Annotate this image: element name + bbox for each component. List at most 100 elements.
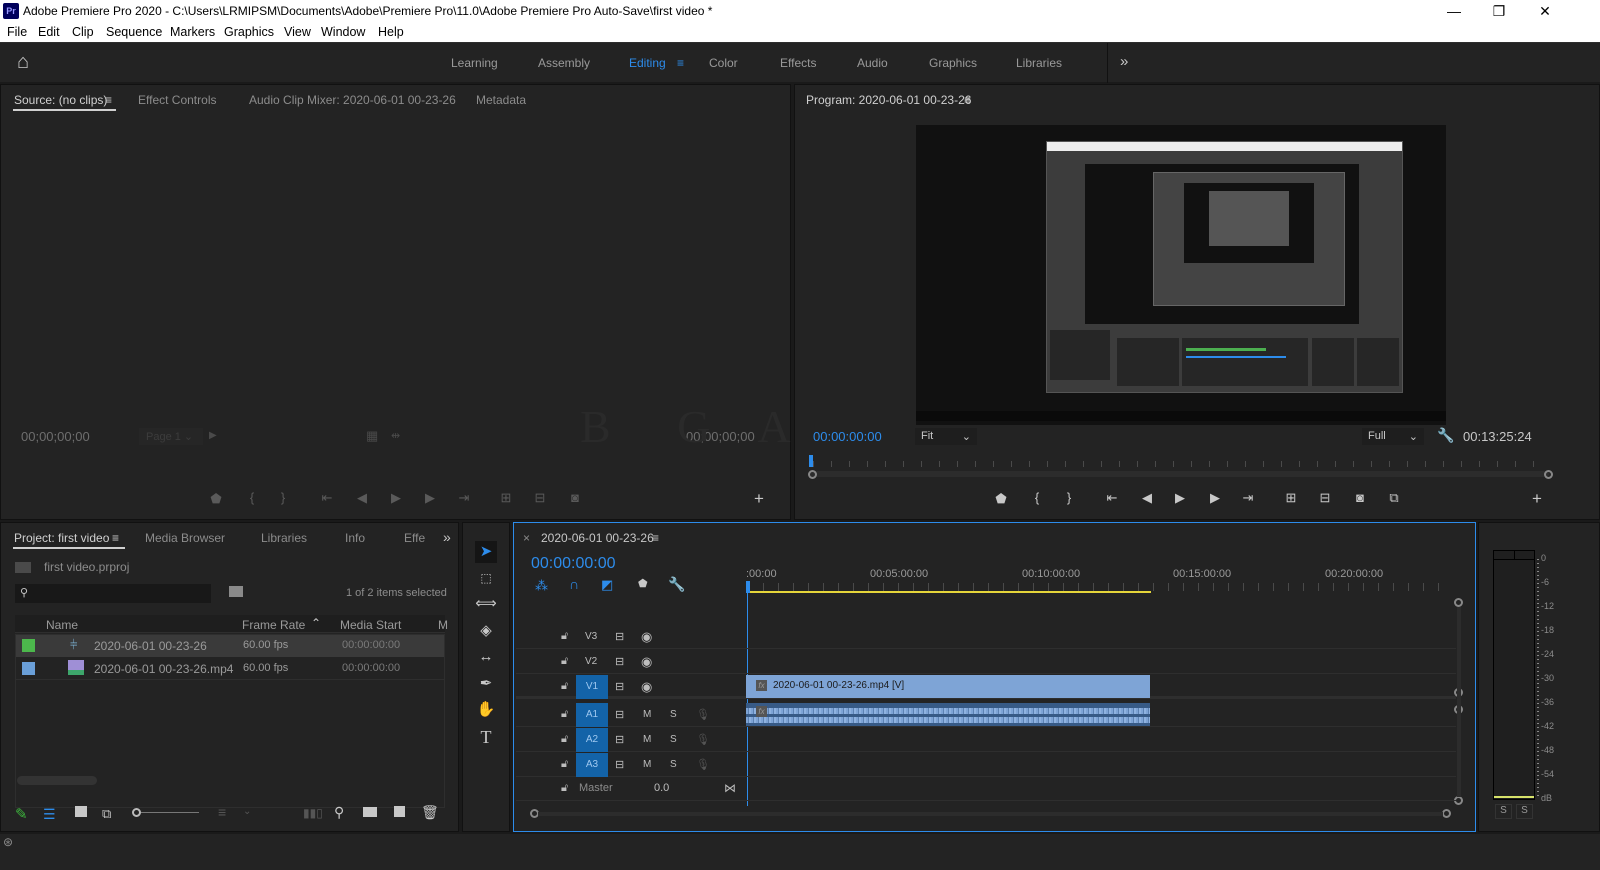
- overwrite-icon[interactable]: ⊟: [531, 490, 549, 506]
- pencil-icon[interactable]: ✎: [15, 805, 28, 823]
- maximize-button[interactable]: ❐: [1476, 0, 1522, 22]
- menu-help[interactable]: Help: [378, 25, 404, 39]
- sync-lock-icon[interactable]: ⊟: [615, 630, 624, 643]
- zoom-slider-handle[interactable]: [132, 808, 141, 817]
- snap-icon[interactable]: ∩: [569, 576, 579, 592]
- menu-edit[interactable]: Edit: [38, 25, 60, 39]
- hand-tool-icon[interactable]: ✋: [475, 699, 497, 721]
- menu-markers[interactable]: Markers: [170, 25, 215, 39]
- audio-clip[interactable]: fx: [746, 703, 1150, 726]
- resolution-dropdown[interactable]: Full ⌄: [1362, 428, 1424, 445]
- lock-icon[interactable]: 🔓︎: [561, 680, 568, 693]
- go-to-out-icon[interactable]: ⇥: [455, 490, 473, 506]
- lift-icon[interactable]: ⊞: [1282, 490, 1300, 506]
- master-collapse-icon[interactable]: ⋈: [724, 781, 736, 795]
- razor-tool-icon[interactable]: ◈: [475, 620, 497, 642]
- workspace-libraries[interactable]: Libraries: [1016, 56, 1062, 70]
- video-clip[interactable]: fx 2020-06-01 00-23-26.mp4 [V]: [746, 675, 1150, 698]
- home-icon[interactable]: ⌂: [17, 51, 29, 74]
- lock-icon[interactable]: 🔓︎: [561, 758, 568, 771]
- track-label[interactable]: V3: [585, 631, 597, 642]
- lock-icon[interactable]: 🔓︎: [561, 708, 568, 721]
- source-timecode[interactable]: 00;00;00;00: [21, 429, 90, 444]
- icon-view-icon[interactable]: [75, 806, 87, 817]
- column-name[interactable]: Name: [46, 618, 78, 632]
- menu-graphics[interactable]: Graphics: [224, 25, 274, 39]
- tab-media-browser[interactable]: Media Browser: [145, 531, 225, 545]
- close-button[interactable]: ✕: [1522, 0, 1568, 22]
- label-color-swatch[interactable]: [22, 639, 35, 652]
- column-media-end[interactable]: M: [438, 618, 448, 632]
- project-item-row[interactable]: ⫩ 2020-06-01 00-23-26 60.00 fps 00:00:00…: [15, 634, 445, 657]
- zoom-level-dropdown[interactable]: Fit ⌄: [915, 428, 977, 445]
- add-marker-icon[interactable]: ⬟: [207, 491, 225, 507]
- tab-metadata[interactable]: Metadata: [476, 93, 526, 107]
- go-to-out-icon[interactable]: ⇥: [1239, 490, 1257, 506]
- type-tool-icon[interactable]: T: [475, 726, 497, 748]
- track-target-a1[interactable]: A1: [576, 703, 608, 727]
- selection-tool-icon[interactable]: ➤: [475, 541, 497, 563]
- video-scroll-handle[interactable]: [1454, 598, 1463, 607]
- list-view-icon[interactable]: ☰: [43, 806, 56, 823]
- voiceover-mic-icon[interactable]: 🎙︎: [696, 708, 710, 721]
- playhead-timecode[interactable]: 00:00:00:00: [813, 429, 882, 444]
- play-icon[interactable]: ▶: [1171, 490, 1189, 506]
- tab-project[interactable]: Project: first video: [14, 531, 109, 545]
- label-color-swatch[interactable]: [22, 662, 35, 675]
- workspace-assembly[interactable]: Assembly: [538, 56, 590, 70]
- lock-icon[interactable]: 🔓︎: [561, 782, 568, 795]
- eye-icon[interactable]: ◉: [641, 679, 652, 695]
- page-dropdown[interactable]: Page 1 ⌄: [139, 428, 203, 445]
- export-frame-icon[interactable]: ◙: [1351, 490, 1369, 505]
- wrench-icon[interactable]: 🔧: [1437, 427, 1454, 444]
- scrollbar-right-handle[interactable]: [1544, 470, 1553, 479]
- sort-ascending-icon[interactable]: ⌃: [311, 616, 321, 630]
- tab-audio-clip-mixer[interactable]: Audio Clip Mixer: 2020-06-01 00-23-26: [249, 93, 456, 107]
- workspace-overflow-icon[interactable]: »: [1120, 53, 1128, 70]
- mark-out-icon[interactable]: }: [1060, 490, 1078, 505]
- tab-source[interactable]: Source: (no clips): [14, 93, 107, 107]
- sync-lock-icon[interactable]: ⊟: [615, 680, 624, 693]
- panel-menu-icon[interactable]: ≡: [964, 93, 971, 107]
- panel-menu-icon[interactable]: ≡: [652, 531, 659, 545]
- panel-menu-icon[interactable]: ≡: [105, 93, 112, 107]
- lock-icon[interactable]: 🔓︎: [561, 655, 568, 668]
- drag-video-icon[interactable]: ▦: [366, 428, 378, 444]
- menu-file[interactable]: File: [7, 25, 27, 39]
- freeform-view-icon[interactable]: ⧉: [102, 806, 111, 822]
- nest-toggle-icon[interactable]: ⁂: [535, 578, 548, 594]
- program-video-frame[interactable]: [916, 125, 1446, 425]
- add-marker-icon[interactable]: ⬟: [638, 577, 648, 590]
- track-target-a2[interactable]: A2: [576, 728, 608, 752]
- tab-info[interactable]: Info: [345, 531, 365, 545]
- minimize-button[interactable]: —: [1431, 0, 1477, 22]
- page-next-icon[interactable]: ▶: [209, 430, 217, 441]
- timeline-scroll-right-handle[interactable]: [1442, 809, 1451, 818]
- menu-view[interactable]: View: [284, 25, 311, 39]
- master-volume[interactable]: 0.0: [654, 782, 669, 794]
- program-title[interactable]: Program: 2020-06-01 00-23-26: [806, 93, 971, 107]
- new-item-icon[interactable]: [394, 806, 405, 817]
- workspace-graphics[interactable]: Graphics: [929, 56, 977, 70]
- voiceover-mic-icon[interactable]: 🎙︎: [696, 758, 710, 771]
- find-icon[interactable]: ⚲: [334, 804, 344, 821]
- track-target-v1[interactable]: V1: [576, 675, 608, 699]
- solo-right-button[interactable]: S: [1516, 804, 1533, 819]
- solo-button[interactable]: S: [670, 759, 677, 770]
- comparison-view-icon[interactable]: ⧉: [1385, 490, 1403, 506]
- column-frame-rate[interactable]: Frame Rate: [242, 618, 305, 632]
- mark-in-icon[interactable]: {: [243, 490, 261, 505]
- project-item-row[interactable]: 2020-06-01 00-23-26.mp4 60.00 fps 00:00:…: [15, 657, 445, 680]
- eye-icon[interactable]: ◉: [641, 654, 652, 670]
- step-back-icon[interactable]: ◀: [353, 490, 371, 506]
- zoom-scrollbar[interactable]: [809, 471, 1549, 477]
- add-marker-icon[interactable]: ⬟: [992, 491, 1010, 507]
- step-forward-icon[interactable]: ▶: [421, 490, 439, 506]
- automate-to-sequence-icon[interactable]: ▮▮▯: [303, 806, 323, 820]
- solo-button[interactable]: S: [670, 734, 677, 745]
- eye-icon[interactable]: ◉: [641, 629, 652, 645]
- go-to-in-icon[interactable]: ⇤: [1103, 490, 1121, 506]
- workspace-audio[interactable]: Audio: [857, 56, 888, 70]
- insert-icon[interactable]: ⊞: [497, 490, 515, 506]
- solo-button[interactable]: S: [670, 709, 677, 720]
